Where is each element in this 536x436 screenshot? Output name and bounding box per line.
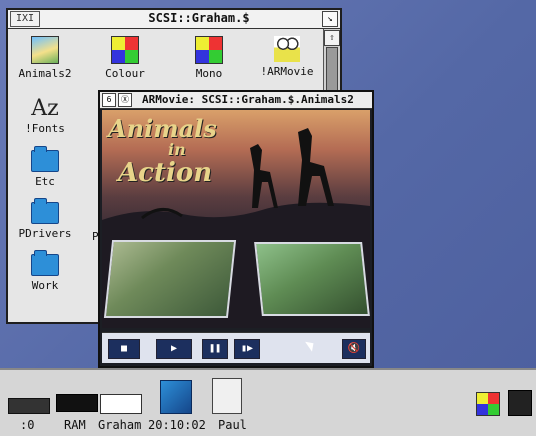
inset-video-right (254, 242, 370, 316)
filer-titlebar[interactable]: IXI SCSI::Graham.$ ↘ (8, 10, 340, 29)
toggle-size-icon[interactable]: ↘ (322, 11, 338, 27)
headline-in: in (168, 140, 186, 159)
file-label: Animals2 (18, 67, 72, 80)
movie-frame: Animals in Action (102, 110, 370, 328)
app-icon-armovie[interactable]: !ARMovie (252, 36, 322, 78)
file-label: !ARMovie (260, 65, 314, 78)
film-reel-icon (274, 36, 300, 62)
movie-titlebar[interactable]: 6 Ⓧ ARMovie: SCSI::Graham.$.Animals2 (100, 92, 372, 109)
inset-video-left (103, 240, 237, 318)
floppy-drive-icon[interactable] (8, 398, 50, 414)
stop-button[interactable]: ■ (108, 339, 140, 359)
headline-top: Animals (108, 114, 217, 143)
ram-disc-icon[interactable] (56, 394, 98, 412)
close-icon[interactable]: IXI (10, 11, 40, 27)
file-label: PDrivers (18, 227, 72, 240)
file-label: Colour (105, 67, 145, 80)
back-icon[interactable]: 6 (102, 93, 116, 107)
computer-icon[interactable] (508, 390, 532, 416)
palette-icon (195, 36, 223, 64)
display-manager-icon[interactable] (476, 392, 500, 416)
play-button[interactable]: ▶ (156, 339, 192, 359)
file-label: !Fonts (25, 122, 65, 135)
paul-label: Paul (218, 418, 247, 432)
armovie-window[interactable]: 6 Ⓧ ARMovie: SCSI::Graham.$.Animals2 Ani… (98, 90, 374, 368)
step-button[interactable]: ▮▶ (234, 339, 260, 359)
image-file-icon (31, 36, 59, 64)
network-icon[interactable] (212, 378, 242, 414)
palette-icon (111, 36, 139, 64)
filer-title: SCSI::Graham.$ (148, 11, 250, 25)
file-label: Work (31, 279, 59, 292)
file-icon-mono[interactable]: Mono (174, 36, 244, 80)
filer-app-icon[interactable] (160, 380, 192, 414)
user-label: Graham (98, 418, 142, 432)
folder-icon-pdrivers[interactable]: PDrivers (10, 198, 80, 240)
close-icon[interactable]: Ⓧ (118, 93, 132, 107)
file-label: Etc (35, 175, 55, 188)
file-icon-colour[interactable]: Colour (90, 36, 160, 80)
folder-icon (31, 198, 59, 224)
headline-bottom: Action (118, 158, 213, 188)
mute-button[interactable]: 🔇 (342, 339, 366, 359)
file-icon-animals2[interactable]: Animals2 (10, 36, 80, 80)
folder-icon-etc[interactable]: Etc (10, 146, 80, 188)
folder-icon (31, 146, 59, 172)
fonts-icon: Az (31, 96, 59, 121)
icon-bar: :0 RAM Graham 20:10:02 Paul (0, 368, 536, 436)
pause-button[interactable]: ❚❚ (202, 339, 228, 359)
folder-icon-work[interactable]: Work (10, 250, 80, 292)
playback-controls: ■ ▶ ❚❚ ▮▶ 🔇 (102, 332, 370, 363)
movie-title: ARMovie: SCSI::Graham.$.Animals2 (142, 93, 354, 106)
scroll-up-icon[interactable]: ⇧ (324, 30, 340, 46)
pointer-cursor-icon (305, 338, 317, 352)
file-label: Mono (195, 67, 223, 80)
hard-disc-icon[interactable] (100, 394, 142, 414)
ram-label: RAM (64, 418, 86, 432)
drive-label: :0 (20, 418, 35, 432)
clock-label: 20:10:02 (148, 418, 206, 432)
folder-icon (31, 250, 59, 276)
app-icon-fonts[interactable]: Az !Fonts (10, 96, 80, 135)
